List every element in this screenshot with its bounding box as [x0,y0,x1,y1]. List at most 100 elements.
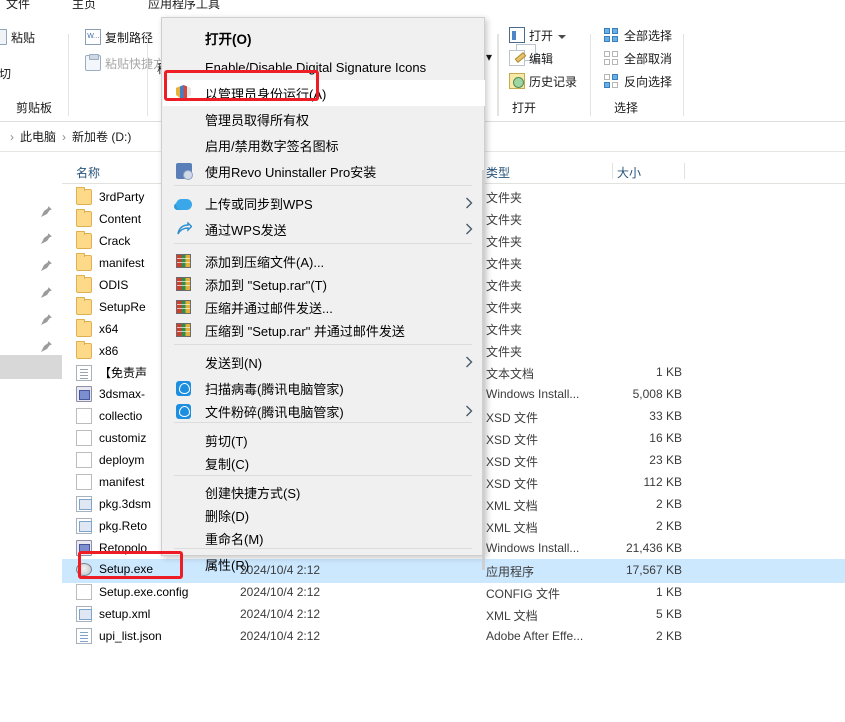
ribbon-group-clipboard-title: 剪贴板 [15,101,52,115]
file-type-cell: 文件夹 [486,279,523,293]
blank-file-icon [76,408,92,424]
menu-item-upload-sync-wps[interactable]: 上传或同步到WPS [163,190,485,216]
file-type-cell: 文件夹 [486,235,523,249]
menu-item-properties[interactable]: 属性(R) [163,551,485,577]
file-type-cell: XML 文档 [486,499,538,513]
file-name-cell[interactable]: x64 [76,319,118,337]
column-header-size[interactable]: 大小 [617,164,641,181]
menu-item-send-to[interactable]: 发送到(N) [163,349,485,375]
file-name-label: setup.xml [99,607,151,621]
file-size-cell: 21,436 KB [625,541,682,555]
file-name-label: 3rdParty [99,189,145,204]
select-all-button[interactable]: 全部选择 [601,24,675,46]
menu-item-copy[interactable]: 复制(C) [163,450,485,476]
file-name-cell[interactable]: Setup.exe.config [76,584,188,600]
file-name-cell[interactable]: Retopolo [76,540,147,556]
open-button[interactable]: 打开 [506,24,570,46]
menu-item-label: 发送到(N) [205,355,263,371]
menu-item-toggle-signature-icons[interactable]: 启用/禁用数字签名图标 [163,132,485,158]
open-chevron-down-icon[interactable] [557,30,567,40]
new-item-caret[interactable]: ▾ [486,50,492,64]
file-name-cell[interactable]: customiz [76,430,146,446]
file-type-cell: XML 文档 [486,609,538,623]
pin-icon[interactable] [40,232,53,245]
blank-file-icon [76,430,92,446]
menu-item-run-as-administrator[interactable]: 以管理员身份运行(A) [163,80,485,106]
file-type-cell: 文件夹 [486,345,523,359]
file-name-cell[interactable]: ODIS [76,275,128,293]
menu-item-admin-take-ownership[interactable]: 管理员取得所有权 [163,106,485,132]
copy-path-icon: W… [85,29,101,45]
file-name-cell[interactable]: upi_list.json [76,628,162,644]
pin-icon[interactable] [40,313,53,326]
file-name-label: pkg.Reto [99,519,148,533]
menu-item-open[interactable]: 打开(O) [163,25,485,51]
edit-button[interactable]: 编辑 [506,47,556,69]
invert-selection-button[interactable]: 反向选择 [601,70,675,92]
file-name-cell[interactable]: pkg.Reto [76,518,147,534]
column-header-name[interactable]: 名称 [76,164,100,181]
pin-icon[interactable] [40,259,53,272]
xml-file-icon [76,518,92,534]
context-menu[interactable]: 打开(O) Enable/Disable Digital Signature I… [161,17,485,573]
menu-item-label: 使用Revo Uninstaller Pro安装 [205,164,377,180]
breadcrumb-this-pc[interactable]: 此电脑 [20,128,56,145]
breadcrumb-drive-d[interactable]: 新加卷 (D:) [72,128,131,145]
file-name-cell[interactable]: manifest [76,253,144,271]
menu-item-install-with-revo[interactable]: 使用Revo Uninstaller Pro安装 [163,158,485,184]
menu-item-enable-disable-digital-signature-icons[interactable]: Enable/Disable Digital Signature Icons [163,54,485,80]
pin-icon[interactable] [40,205,53,218]
menu-separator [174,185,472,186]
xml-file-icon [76,496,92,512]
table-row[interactable]: upi_list.json 2024/10/4 2:12 Adobe After… [62,625,845,649]
file-name-cell[interactable]: 3dsmax- [76,386,145,402]
menu-item-file-shredder-tencent[interactable]: 文件粉碎(腾讯电脑管家) [163,398,485,424]
file-name-cell[interactable]: Content [76,209,141,227]
menu-separator [174,548,472,549]
wps-cloud-icon [176,199,192,210]
menu-item-send-via-wps[interactable]: 通过WPS发送 [163,216,485,242]
select-all-icon [604,27,620,43]
file-date-cell: 2024/10/4 2:12 [240,607,321,621]
file-name-cell[interactable]: Crack [76,231,130,249]
tab-file[interactable]: 文件 [6,0,30,12]
invert-selection-label: 反向选择 [624,74,673,89]
file-name-cell[interactable]: Setup.exe [76,562,153,576]
file-name-cell[interactable]: deploym [76,452,144,468]
file-date-cell: 2024/10/4 2:12 [240,585,321,599]
table-row[interactable]: setup.xml 2024/10/4 2:12 XML 文档 5 KB [62,603,845,627]
file-name-label: 【免责声 [99,366,148,380]
chevron-right-icon [465,356,473,368]
pin-icon[interactable] [40,340,53,353]
menu-item-compress-to-setup-rar-and-email[interactable]: 压缩到 "Setup.rar" 并通过邮件发送 [163,317,485,343]
file-size-cell: 2 KB [655,519,682,533]
file-name-cell[interactable]: SetupRe [76,297,146,315]
table-row[interactable]: Setup.exe.config 2024/10/4 2:12 CONFIG 文… [62,581,845,605]
cut-button[interactable]: 剪切 [0,62,14,84]
file-size-cell: 33 KB [649,409,682,423]
edit-icon [509,50,525,66]
select-none-button[interactable]: 全部取消 [601,47,675,69]
copy-path-button[interactable]: W… 复制路径 [82,26,156,48]
history-button[interactable]: 历史记录 [506,70,580,92]
file-name-cell[interactable]: pkg.3dsm [76,496,151,512]
ribbon-divider [68,34,69,116]
menu-separator [174,422,472,423]
tab-app-tools[interactable]: 应用程序工具 [148,0,220,12]
file-name-cell[interactable]: 【免责声 [76,364,147,381]
column-divider[interactable] [684,163,685,179]
file-size-cell: 2 KB [655,629,682,643]
column-divider[interactable] [612,163,613,179]
tab-home[interactable]: 主页 [72,0,96,12]
menu-item-label: 重命名(M) [205,531,264,547]
file-name-cell[interactable]: manifest [76,474,144,490]
column-header-type[interactable]: 类型 [486,164,510,181]
pin-icon[interactable] [40,286,53,299]
file-name-cell[interactable]: setup.xml [76,606,150,622]
file-name-cell[interactable]: x86 [76,341,118,359]
file-name-cell[interactable]: collectio [76,408,142,424]
file-list-scrollbar[interactable] [482,170,485,570]
file-name-cell[interactable]: 3rdParty [76,187,145,205]
paste-button[interactable]: 粘贴 [0,26,38,48]
file-size-cell: 1 KB [655,585,682,599]
